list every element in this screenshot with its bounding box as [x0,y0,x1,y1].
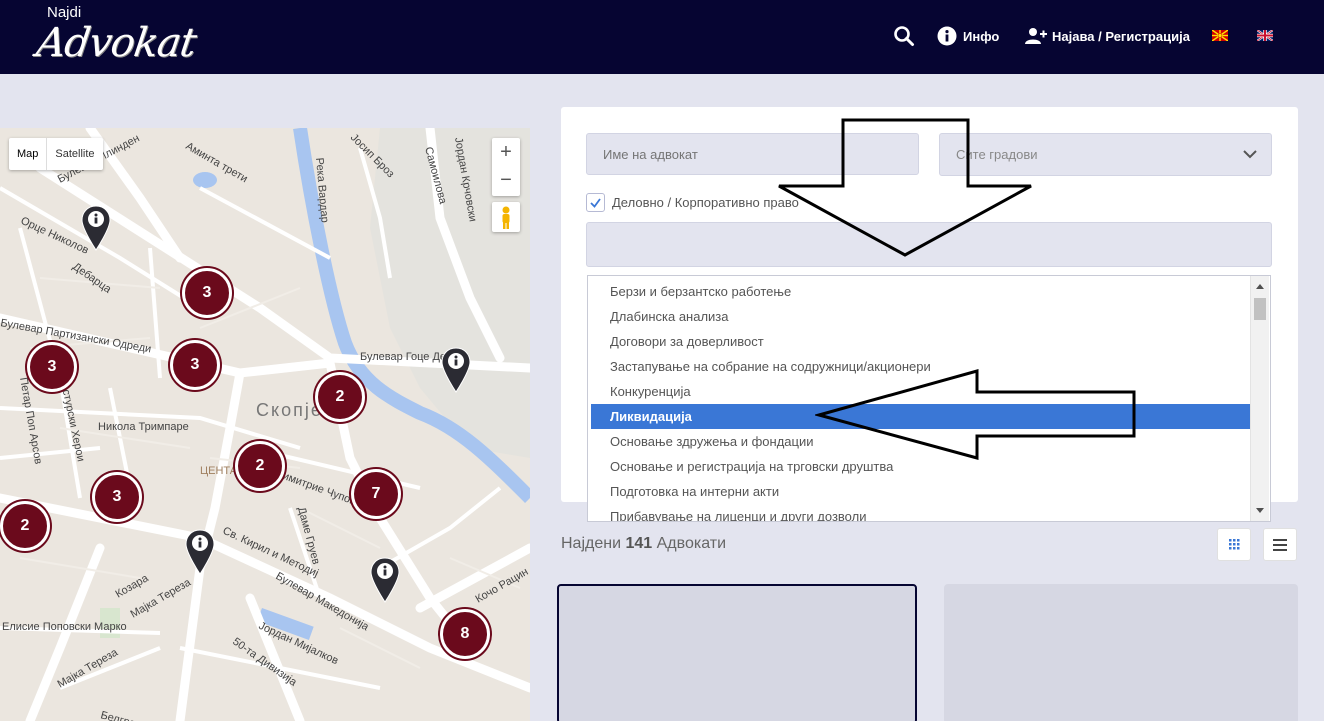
scroll-up-icon[interactable] [1256,284,1264,289]
add-user-icon [1025,28,1047,44]
street-label: Никола Тримпаре [98,421,189,433]
info-pin-icon[interactable] [81,205,111,251]
results-count: 141 [625,535,653,552]
grid-icon [1229,539,1240,550]
dropdown-option[interactable]: Прибавување на лиценци и други дозволи [591,504,1251,521]
search-icon [894,26,914,46]
map-type-control: Map Satellite [9,138,103,170]
map-cluster[interactable]: 2 [315,372,365,422]
english-flag-icon[interactable] [1257,30,1273,41]
login-register-link[interactable]: Најава / Регистрација [1025,24,1190,48]
dropdown-option[interactable]: Договори за доверливост [591,329,1251,354]
list-view-button[interactable] [1263,528,1297,561]
dropdown-option[interactable]: Берзи и берзантско работење [591,279,1251,304]
chevron-down-icon [1243,150,1257,159]
info-label: Инфо [963,28,1000,44]
map-cluster[interactable]: 7 [351,469,401,519]
info-link[interactable]: Инфо [937,24,999,48]
down-arrow-annotation [778,118,1032,257]
dropdown-option[interactable]: Длабинска анализа [591,304,1251,329]
zoom-in-button[interactable]: + [492,138,520,166]
info-pin-icon[interactable] [185,529,215,575]
logo-small-text[interactable]: Najdi [47,4,81,21]
street-view-button[interactable] [492,202,520,232]
map-cluster[interactable]: 8 [440,609,490,659]
checkmark-icon [590,198,601,208]
grid-view-button[interactable] [1217,528,1251,561]
map-cluster[interactable]: 2 [0,501,50,551]
category-label[interactable]: Деловно / Корпоративно право [612,195,799,210]
map-cluster[interactable]: 3 [27,342,77,392]
map-type-map-button[interactable]: Map [9,138,48,170]
scroll-thumb[interactable] [1254,298,1266,320]
scroll-down-icon[interactable] [1256,508,1264,513]
list-icon [1273,539,1287,551]
info-pin-icon[interactable] [441,347,471,393]
dropdown-scrollbar[interactable] [1250,276,1269,521]
results-count-text: Најдени 141 Адвокати [561,535,726,553]
results-suffix: Адвокати [656,535,727,552]
pegman-icon [502,206,510,229]
zoom-control: + − [492,138,520,196]
street-label: Скопје [256,400,323,420]
macedonian-flag-icon[interactable] [1212,30,1228,41]
info-icon [937,26,957,46]
search-button[interactable] [893,24,915,48]
map-cluster[interactable]: 3 [182,268,232,318]
dropdown-option[interactable]: Подготовка на интерни акти [591,479,1251,504]
zoom-out-button[interactable]: − [492,166,520,194]
category-checkbox[interactable] [586,193,605,212]
logo[interactable]: Advokat [34,20,199,66]
map-cluster[interactable]: 2 [235,441,285,491]
info-pin-icon[interactable] [370,557,400,603]
lawyer-card[interactable] [944,584,1298,721]
map-cluster[interactable]: 3 [92,472,142,522]
street-label: Елисие Поповски Марко [2,621,127,633]
left-arrow-annotation [815,369,1136,460]
top-navbar: Najdi Advokat Инфо Најава / Регистрација [0,0,1324,74]
map-area[interactable]: Булевар Илинден Орце Николов Дебарца Ами… [0,128,530,721]
login-label: Најава / Регистрација [1052,28,1190,44]
map-type-satellite-button[interactable]: Satellite [47,138,102,170]
lawyer-card[interactable] [557,584,917,721]
map-cluster[interactable]: 3 [170,340,220,390]
results-prefix: Најдени [561,535,622,552]
